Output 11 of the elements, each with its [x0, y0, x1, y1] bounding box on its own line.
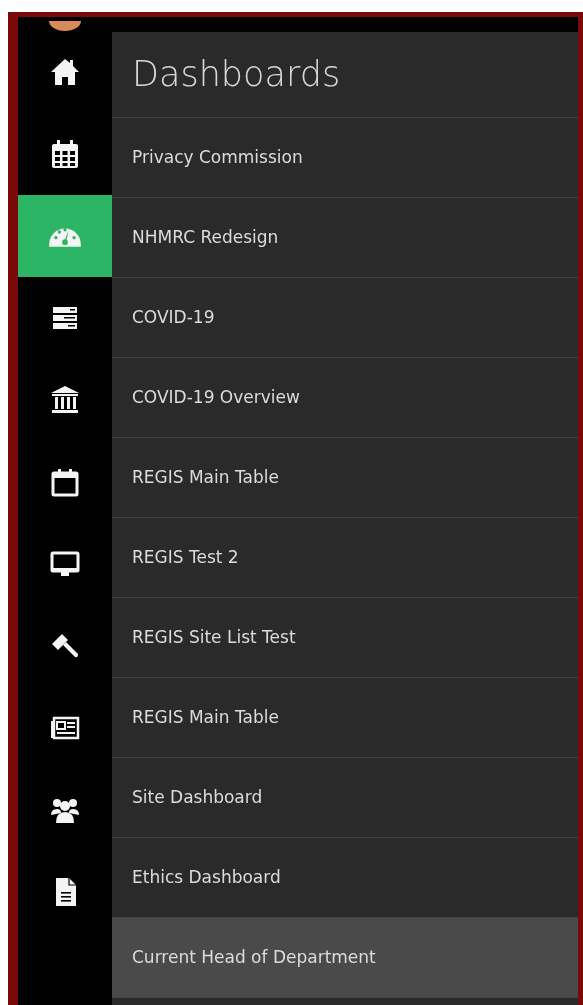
menu-item[interactable]: COVID-19	[112, 278, 578, 358]
menu-item[interactable]: REGIS Test 2	[112, 518, 578, 598]
menu-item[interactable]: NHMRC Redesign	[112, 198, 578, 278]
menu-item[interactable]: REGIS Main Table	[112, 678, 578, 758]
menu-item[interactable]: COVID-19 Overview	[112, 358, 578, 438]
menu-item[interactable]: Current Head of Department	[112, 918, 578, 998]
menu-title: Dashboards	[132, 53, 341, 97]
menu-item[interactable]: Privacy Commission	[112, 118, 578, 198]
menu-item[interactable]: REGIS Main Table	[112, 438, 578, 518]
menu-item[interactable]: Site Dashboard	[112, 758, 578, 838]
menu-item[interactable]: REGIS Site List Test	[112, 598, 578, 678]
